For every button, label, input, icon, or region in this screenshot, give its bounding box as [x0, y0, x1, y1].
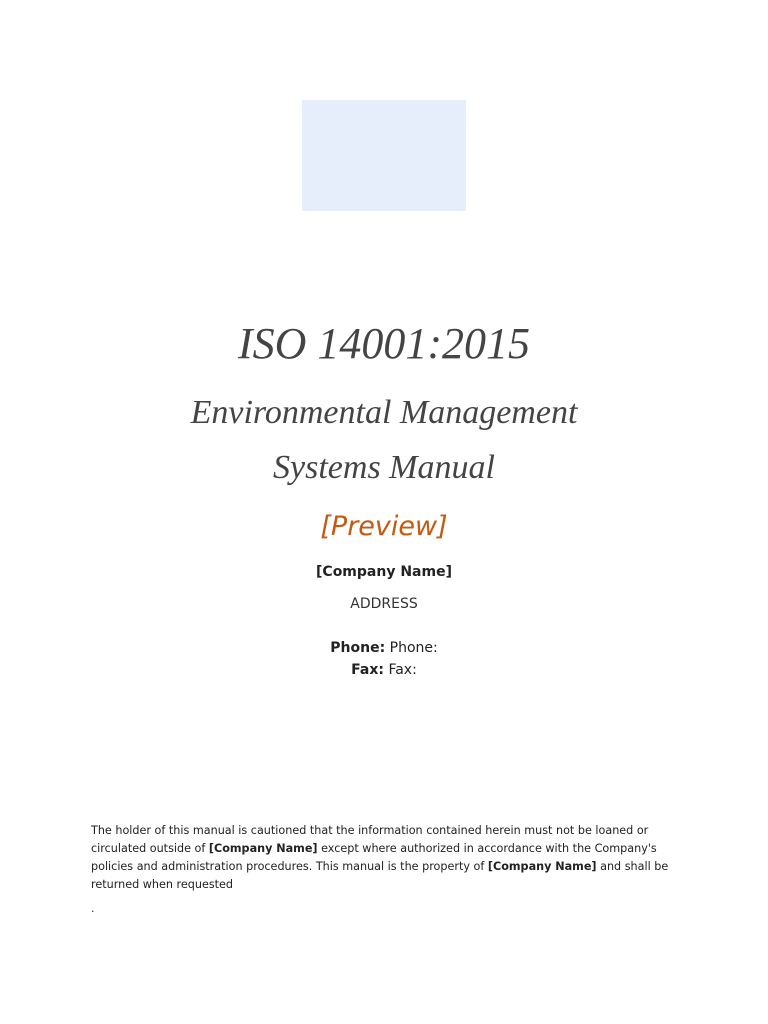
phone-line: Phone: Phone:: [0, 640, 768, 656]
phone-label: Phone:: [330, 640, 386, 656]
trailing-period: .: [91, 902, 95, 915]
document-standard: ISO 14001:2015: [0, 318, 768, 369]
document-title-line1: Environmental Management: [190, 394, 578, 431]
fax-line: Fax: Fax:: [0, 662, 768, 678]
fax-label: Fax:: [351, 662, 384, 678]
standard-text: ISO 14001:2015: [237, 319, 531, 368]
document-title-line2: Systems Manual: [273, 449, 495, 486]
disclaimer-company: [Company Name]: [208, 842, 318, 855]
fax-value: Fax:: [388, 662, 417, 678]
disclaimer-company: [Company Name]: [487, 860, 597, 873]
disclaimer-text: The holder of this manual is cautioned t…: [91, 822, 691, 894]
company-address: ADDRESS: [350, 596, 418, 612]
company-name: [Company Name]: [316, 564, 452, 580]
logo-placeholder: [302, 100, 466, 211]
phone-value: Phone:: [389, 640, 438, 656]
preview-label: [Preview]: [320, 511, 448, 542]
